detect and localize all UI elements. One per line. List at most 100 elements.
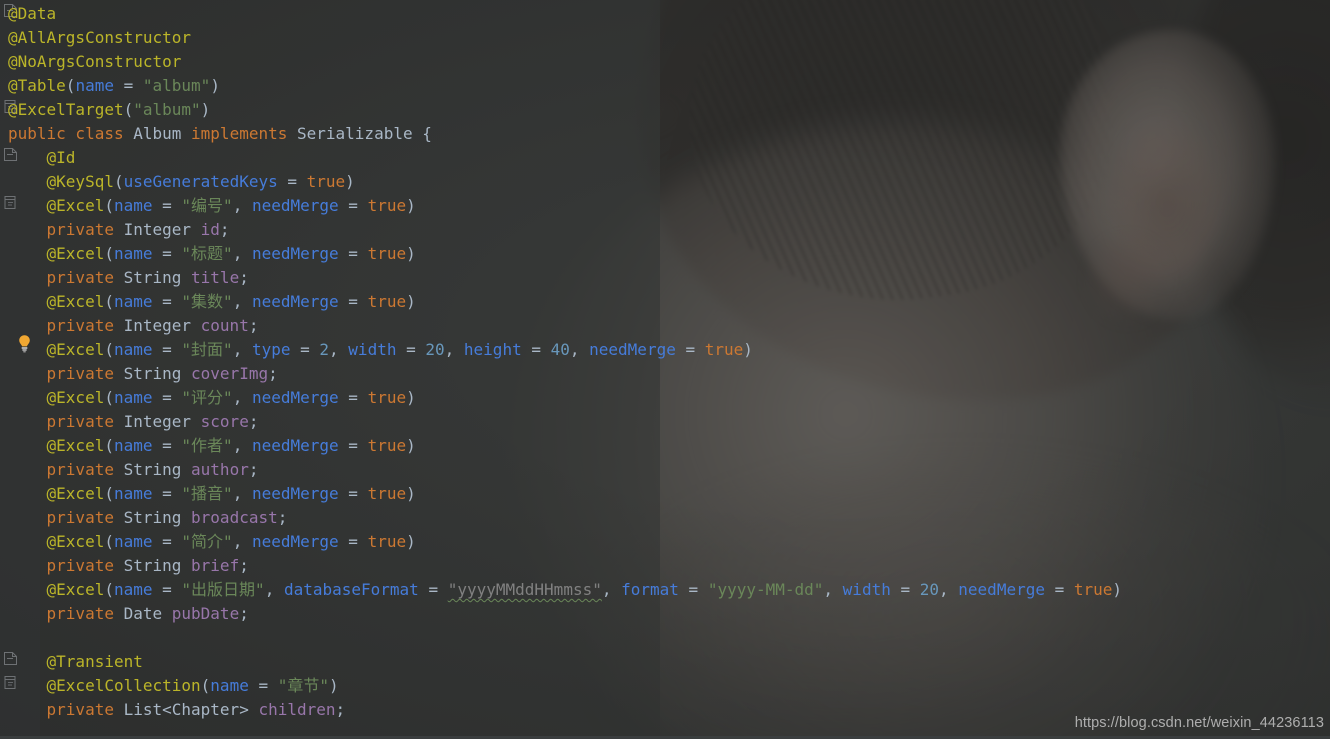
token-attr: needMerge bbox=[251, 196, 339, 215]
code-line[interactable]: @Data bbox=[8, 2, 56, 26]
code-line[interactable]: @Excel(name = "标题", needMerge = true) bbox=[8, 242, 416, 266]
token-field: count bbox=[200, 316, 249, 335]
token-punc: , bbox=[232, 532, 252, 551]
code-line[interactable]: @Excel(name = "编号", needMerge = true) bbox=[8, 194, 416, 218]
token-punc: ) bbox=[406, 388, 416, 407]
code-line[interactable]: private Integer score; bbox=[8, 410, 259, 434]
code-line[interactable]: private String brief; bbox=[8, 554, 249, 578]
code-line[interactable]: private Integer count; bbox=[8, 314, 259, 338]
token-punc: ( bbox=[104, 436, 114, 455]
token-kw: private bbox=[46, 700, 124, 719]
token-attr: format bbox=[621, 580, 679, 599]
code-line[interactable]: @Excel(name = "播音", needMerge = true) bbox=[8, 482, 416, 506]
token-punc: = bbox=[277, 172, 307, 191]
token-punc: ) bbox=[406, 436, 416, 455]
token-str: "编号" bbox=[181, 196, 233, 215]
code-line[interactable]: private String broadcast; bbox=[8, 506, 288, 530]
token-kw: private bbox=[46, 460, 124, 479]
token-attr: needMerge bbox=[958, 580, 1045, 599]
token-kw: true bbox=[367, 532, 407, 551]
token-attr: width bbox=[348, 340, 397, 359]
token-punc: ) bbox=[406, 196, 416, 215]
token-punc: , bbox=[264, 580, 284, 599]
token-ann: @Excel bbox=[46, 340, 105, 359]
token-punc: = bbox=[338, 196, 368, 215]
token-cls: Serializable bbox=[297, 124, 423, 143]
csdn-watermark: https://blog.csdn.net/weixin_44236113 bbox=[1074, 715, 1324, 731]
token-punc: = bbox=[152, 436, 182, 455]
token-str: "album" bbox=[142, 76, 211, 95]
token-warn: "yyyyMMddHHmmss" bbox=[447, 580, 602, 599]
token-punc: = bbox=[152, 388, 182, 407]
code-line[interactable]: private List<Chapter> children; bbox=[8, 698, 346, 722]
code-line[interactable]: @Excel(name = "出版日期", databaseFormat = "… bbox=[8, 578, 1123, 602]
token-attr: type bbox=[251, 340, 291, 359]
token-str: "标题" bbox=[181, 244, 233, 263]
code-line[interactable]: private String coverImg; bbox=[8, 362, 278, 386]
code-line[interactable]: @Transient bbox=[8, 650, 143, 674]
code-line[interactable]: private Date pubDate; bbox=[8, 602, 249, 626]
code-line[interactable]: @Excel(name = "作者", needMerge = true) bbox=[8, 434, 416, 458]
token-type: Integer bbox=[123, 412, 201, 431]
token-punc: = bbox=[418, 580, 448, 599]
code-line[interactable]: @Excel(name = "评分", needMerge = true) bbox=[8, 386, 416, 410]
code-line[interactable]: private Integer id; bbox=[8, 218, 230, 242]
token-attr: name bbox=[113, 388, 153, 407]
token-ann: @Excel bbox=[46, 580, 105, 599]
token-kw: true bbox=[367, 292, 407, 311]
token-ann: @Table bbox=[8, 76, 66, 95]
token-ann: @ExcelTarget bbox=[8, 100, 124, 119]
token-kw: true bbox=[367, 484, 407, 503]
token-punc: = bbox=[152, 532, 182, 551]
code-line[interactable]: @ExcelTarget("album") bbox=[8, 98, 210, 122]
token-punc: ; bbox=[277, 508, 288, 527]
token-punc: ) bbox=[406, 532, 416, 551]
token-punc: { bbox=[422, 124, 432, 143]
code-line[interactable]: @Id bbox=[8, 146, 76, 170]
token-attr: needMerge bbox=[251, 244, 339, 263]
code-line[interactable]: @KeySql(useGeneratedKeys = true) bbox=[8, 170, 355, 194]
token-punc: ( bbox=[104, 292, 114, 311]
token-kw: true bbox=[704, 340, 744, 359]
code-line[interactable]: @AllArgsConstructor bbox=[8, 26, 191, 50]
token-type: String bbox=[123, 268, 192, 287]
token-punc: ( bbox=[200, 676, 211, 695]
code-line[interactable]: @NoArgsConstructor bbox=[8, 50, 181, 74]
token-str: "播音" bbox=[181, 484, 233, 503]
code-content[interactable]: @Data @AllArgsConstructor @NoArgsConstruct… bbox=[0, 0, 1330, 739]
code-line[interactable] bbox=[8, 626, 47, 650]
token-punc: = bbox=[338, 436, 368, 455]
token-punc: = bbox=[113, 76, 143, 95]
code-line[interactable]: public class Album implements Serializab… bbox=[8, 122, 432, 146]
token-str: "yyyy-MM-dd" bbox=[707, 580, 824, 599]
token-punc: ; bbox=[239, 268, 249, 287]
code-line[interactable]: @Excel(name = "简介", needMerge = true) bbox=[8, 530, 416, 554]
token-ann: @Excel bbox=[46, 436, 105, 455]
token-type: String bbox=[123, 460, 192, 479]
token-cls: Album bbox=[133, 124, 192, 143]
token-punc: , bbox=[601, 580, 622, 599]
code-line[interactable]: @ExcelCollection(name = "章节") bbox=[8, 674, 339, 698]
token-str: "集数" bbox=[181, 292, 233, 311]
token-ann: @Transient bbox=[46, 652, 143, 671]
token-attr: name bbox=[113, 196, 153, 215]
token-punc: ; bbox=[335, 700, 346, 719]
token-punc: , bbox=[444, 340, 464, 359]
token-punc: ( bbox=[113, 172, 124, 191]
token-attr: width bbox=[842, 580, 891, 599]
code-line[interactable]: @Excel(name = "封面", type = 2, width = 20… bbox=[8, 338, 753, 362]
code-line[interactable]: private String title; bbox=[8, 266, 249, 290]
code-line[interactable]: @Table(name = "album") bbox=[8, 74, 220, 98]
token-punc: ( bbox=[104, 532, 114, 551]
code-line[interactable]: private String author; bbox=[8, 458, 259, 482]
code-line[interactable]: @Excel(name = "集数", needMerge = true) bbox=[8, 290, 416, 314]
token-field: score bbox=[200, 412, 249, 431]
token-ann: @Id bbox=[46, 148, 76, 167]
token-punc: , bbox=[232, 484, 252, 503]
token-attr: name bbox=[113, 244, 153, 263]
token-kw: private bbox=[46, 604, 124, 623]
token-str: "简介" bbox=[181, 532, 233, 551]
token-punc: ) bbox=[406, 244, 416, 263]
token-attr: name bbox=[210, 676, 249, 695]
token-punc: ; bbox=[219, 220, 230, 239]
